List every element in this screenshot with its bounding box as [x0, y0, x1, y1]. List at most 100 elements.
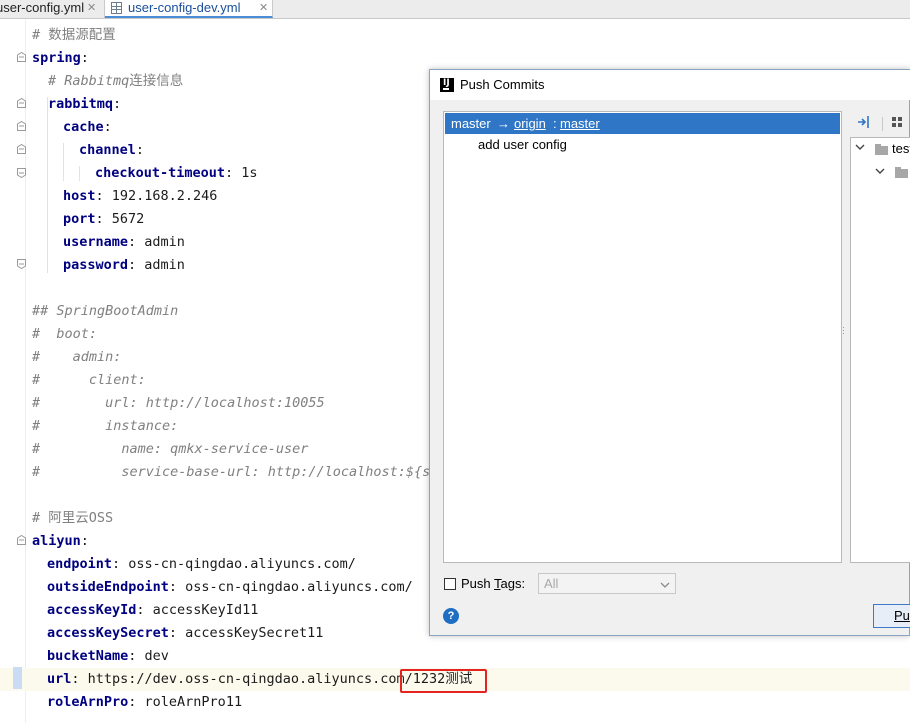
fold-close-icon[interactable] — [17, 168, 26, 178]
yaml-comment: 连接信息 — [129, 73, 184, 89]
yaml-comment: # boot: — [32, 326, 98, 342]
yaml-comment: # admin: — [32, 349, 122, 365]
indent-guide — [63, 143, 64, 181]
code-line[interactable]: spring: — [0, 47, 910, 70]
push-tags-label: Push Tags: — [461, 576, 526, 591]
code-line[interactable]: roleArnPro: roleArnPro11 — [0, 691, 910, 714]
close-icon[interactable]: ✕ — [87, 0, 96, 16]
yaml-comment: ## SpringBootAdmin — [32, 303, 179, 319]
indent-guide — [79, 166, 80, 181]
toolbar-separator — [882, 117, 883, 131]
code-line[interactable]: # 数据源配置 — [0, 24, 910, 47]
fold-open-icon[interactable] — [17, 535, 26, 545]
folder-icon — [875, 144, 888, 155]
group-by-icon[interactable] — [891, 116, 905, 135]
dialog-title: Push Commits — [460, 77, 545, 92]
yaml-comment: # 阿里云OSS — [32, 510, 114, 526]
dialog-title-bar[interactable]: IJ Push Commits — [430, 70, 910, 100]
yaml-key: checkout-timeout — [95, 165, 226, 181]
yaml-key: aliyun — [32, 533, 81, 549]
help-icon[interactable]: ? — [443, 608, 459, 624]
yaml-value: : admin — [128, 234, 185, 250]
fold-open-icon[interactable] — [17, 98, 26, 108]
yaml-value: : oss-cn-qingdao.aliyuncs.com/ — [112, 556, 356, 572]
commit-message[interactable]: add user config — [478, 137, 567, 152]
push-tags-checkbox[interactable] — [444, 578, 456, 590]
yaml-key: channel — [79, 142, 136, 158]
splitter-handle[interactable] — [842, 325, 846, 341]
code-line[interactable]: bucketName: dev — [0, 645, 910, 668]
commits-list[interactable]: master → origin : master add user config — [443, 111, 842, 563]
yaml-comment: # Rabbitmq — [48, 73, 130, 89]
yaml-value: : 1s — [225, 165, 258, 181]
yaml-key: endpoint — [47, 556, 113, 572]
fold-close-icon[interactable] — [17, 259, 26, 269]
yaml-value: : — [80, 533, 89, 549]
caret-line-marker — [13, 667, 22, 689]
remote-branch-link[interactable]: master — [560, 113, 600, 134]
yaml-key: cache — [63, 119, 104, 135]
yaml-comment: # client: — [32, 372, 146, 388]
fold-open-icon[interactable] — [17, 52, 26, 62]
yaml-key: host — [63, 188, 96, 204]
yaml-comment: # 数据源配置 — [32, 27, 116, 43]
intellij-logo-icon: IJ — [440, 78, 454, 92]
yaml-value: : admin — [128, 257, 185, 273]
push-button[interactable]: Pu — [873, 604, 910, 628]
yaml-key: url — [47, 671, 72, 687]
tags-select[interactable]: All — [538, 573, 676, 594]
push-commits-dialog: IJ Push Commits master → origin : master… — [429, 69, 910, 636]
yaml-key: roleArnPro — [47, 694, 129, 710]
highlight-box — [400, 669, 487, 693]
changed-files-tree[interactable]: test — [850, 137, 910, 563]
yaml-value: : dev — [128, 648, 169, 664]
yaml-value: : accessKeySecret11 — [168, 625, 324, 641]
branch-row[interactable]: master → origin : master — [445, 113, 840, 134]
yaml-key: accessKeyId — [47, 602, 137, 618]
tab-user-config-dev[interactable]: user-config-dev.yml ✕ — [105, 0, 273, 18]
yaml-key: username — [63, 234, 129, 250]
close-icon[interactable]: ✕ — [259, 0, 268, 16]
yaml-file-icon — [111, 2, 122, 14]
yaml-value: : — [113, 96, 122, 112]
yaml-key: port — [63, 211, 96, 227]
yaml-comment: # service-base-url: http://localhost:${s… — [32, 464, 439, 480]
yaml-key: outsideEndpoint — [47, 579, 169, 595]
yaml-value: : — [80, 50, 89, 66]
local-branch: master — [451, 116, 491, 131]
tags-select-value: All — [544, 576, 559, 591]
yaml-comment: # instance: — [32, 418, 179, 434]
yaml-value: : oss-cn-qingdao.aliyuncs.com/ — [168, 579, 413, 595]
fold-open-icon[interactable] — [17, 144, 26, 154]
yaml-value: : roleArnPro11 — [128, 694, 243, 710]
yaml-value: : accessKeyId11 — [136, 602, 259, 618]
tab-label: user-config.yml — [0, 0, 85, 15]
expand-arrows-icon[interactable] — [856, 114, 872, 135]
yaml-key: rabbitmq — [48, 96, 114, 112]
yaml-value: : 192.168.2.246 — [95, 188, 218, 204]
editor-tab-bar: user-config.yml ✕ user-config-dev.yml ✕ — [0, 0, 910, 19]
chevron-down-icon[interactable] — [875, 166, 885, 179]
changes-toolbar — [850, 111, 910, 135]
separator: : — [553, 116, 557, 131]
yaml-value: : — [103, 119, 112, 135]
tab-user-config[interactable]: user-config.yml ✕ — [0, 0, 105, 18]
arrow-icon: → — [497, 116, 510, 131]
yaml-key: bucketName — [47, 648, 129, 664]
remote-link[interactable]: origin — [514, 113, 546, 134]
chevron-down-icon — [660, 578, 670, 593]
yaml-value: : 5672 — [95, 211, 145, 227]
chevron-down-icon[interactable] — [855, 142, 865, 155]
folder-icon — [895, 167, 908, 178]
fold-open-icon[interactable] — [17, 121, 26, 131]
yaml-key: password — [63, 257, 129, 273]
yaml-key: accessKeySecret — [47, 625, 169, 641]
push-button-label: Pu — [894, 608, 910, 623]
yaml-comment: # name: qmkx-service-user — [32, 441, 309, 457]
yaml-comment: # url: http://localhost:10055 — [32, 395, 325, 411]
tab-label: user-config-dev.yml — [128, 0, 241, 15]
yaml-key: spring — [32, 50, 81, 66]
yaml-value: : — [135, 142, 145, 158]
tree-root-label[interactable]: test — [892, 141, 910, 156]
indent-guide — [47, 97, 48, 273]
